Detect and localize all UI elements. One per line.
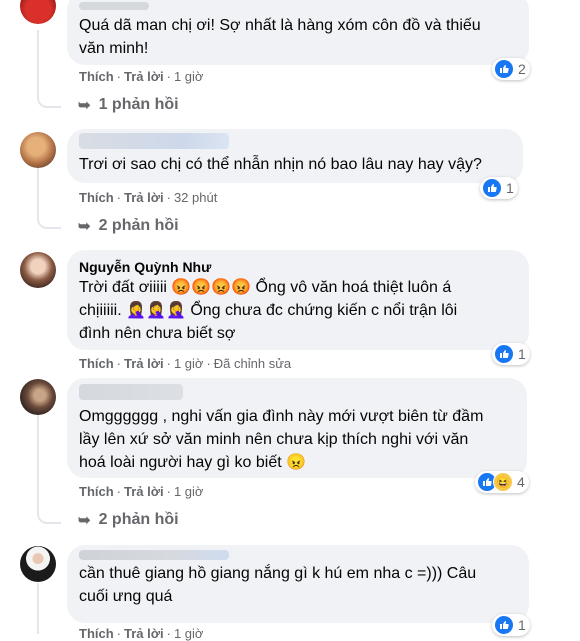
thread-elbow bbox=[37, 508, 61, 524]
reaction-count: 1 bbox=[506, 180, 514, 196]
reaction-summary[interactable]: 1 bbox=[492, 343, 530, 365]
author-name-blurred[interactable] bbox=[79, 2, 149, 10]
thread-elbow bbox=[37, 213, 61, 229]
reaction-summary[interactable]: 1 bbox=[492, 614, 530, 636]
like-icon bbox=[482, 178, 502, 198]
reaction-summary[interactable]: 😆 4 bbox=[475, 471, 529, 493]
reply-link[interactable]: Trả lời bbox=[124, 190, 164, 205]
like-icon bbox=[494, 615, 514, 635]
author-name[interactable]: Nguyễn Quỳnh Như bbox=[79, 258, 517, 276]
like-link[interactable]: Thích bbox=[79, 190, 114, 205]
edited-label[interactable]: Đã chỉnh sửa bbox=[214, 356, 291, 371]
comment-actions: Thích · Trả lời · 1 giờ bbox=[79, 484, 204, 499]
avatar[interactable] bbox=[20, 546, 56, 582]
haha-icon: 😆 bbox=[493, 472, 513, 492]
reply-link[interactable]: Trả lời bbox=[124, 69, 164, 84]
author-name-blurred[interactable] bbox=[79, 550, 229, 560]
comment-text: Quá dã man chị ơi! Sợ nhất là hàng xóm c… bbox=[79, 17, 481, 57]
avatar[interactable] bbox=[20, 252, 56, 288]
thread-elbow bbox=[37, 92, 61, 108]
reaction-summary[interactable]: 2 bbox=[492, 58, 530, 80]
reply-arrow-icon: ➥ bbox=[78, 512, 91, 529]
reply-link[interactable]: Trả lời bbox=[124, 484, 164, 499]
like-link[interactable]: Thích bbox=[79, 356, 114, 371]
view-replies-button[interactable]: ➥ 2 phản hồi bbox=[78, 511, 179, 529]
view-replies-button[interactable]: ➥ 1 phản hồi bbox=[78, 96, 179, 114]
thread-line bbox=[37, 583, 39, 634]
avatar[interactable] bbox=[20, 0, 56, 24]
reaction-count: 4 bbox=[517, 474, 525, 490]
like-link[interactable]: Thích bbox=[79, 69, 114, 84]
reaction-summary[interactable]: 1 bbox=[480, 177, 518, 199]
thread-line bbox=[37, 30, 39, 92]
author-name-blurred[interactable] bbox=[79, 384, 183, 400]
comment-actions: Thích · Trả lời · 1 giờ bbox=[79, 69, 204, 84]
comment-text: Trời đất ơiiiii 😡😡😡😡 Ổng vô văn hoá thiệ… bbox=[79, 279, 458, 342]
timestamp[interactable]: 1 giờ bbox=[174, 69, 204, 84]
reaction-count: 1 bbox=[518, 617, 526, 633]
comment-actions: Thích · Trả lời · 32 phút bbox=[79, 190, 218, 205]
avatar[interactable] bbox=[20, 132, 56, 168]
reply-arrow-icon: ➥ bbox=[78, 218, 91, 235]
reaction-count: 2 bbox=[518, 61, 526, 77]
like-icon bbox=[494, 59, 514, 79]
author-name-blurred[interactable] bbox=[79, 133, 229, 149]
timestamp[interactable]: 1 giờ bbox=[174, 484, 204, 499]
comment-bubble: Trơi ơi sao chị có thể nhẫn nhịn nó bao … bbox=[67, 129, 523, 183]
comment-text: Omgggggg , nghi vấn gia đình này mới vượ… bbox=[79, 408, 484, 471]
comment-bubble: Omgggggg , nghi vấn gia đình này mới vượ… bbox=[67, 378, 527, 478]
avatar[interactable] bbox=[20, 379, 56, 415]
like-icon bbox=[494, 344, 514, 364]
comment-bubble: Quá dã man chị ơi! Sợ nhất là hàng xóm c… bbox=[67, 0, 529, 65]
view-replies-button[interactable]: ➥ 2 phản hồi bbox=[78, 217, 179, 235]
comment-bubble: cần thuê giang hồ giang nắng gì k hú em … bbox=[67, 545, 529, 623]
thread-line bbox=[37, 412, 39, 508]
reply-arrow-icon: ➥ bbox=[78, 97, 91, 114]
reply-link[interactable]: Trả lời bbox=[124, 356, 164, 371]
comment-text: cần thuê giang hồ giang nắng gì k hú em … bbox=[79, 565, 477, 605]
timestamp[interactable]: 32 phút bbox=[174, 190, 217, 205]
reaction-count: 1 bbox=[518, 346, 526, 362]
comment-bubble: Nguyễn Quỳnh Như Trời đất ơiiiii 😡😡😡😡 Ổn… bbox=[67, 250, 529, 350]
thread-line bbox=[37, 168, 39, 213]
like-link[interactable]: Thích bbox=[79, 484, 114, 499]
comment-text: Trơi ơi sao chị có thể nhẫn nhịn nó bao … bbox=[79, 156, 482, 173]
timestamp[interactable]: 1 giờ bbox=[174, 356, 204, 371]
comment-actions: Thích · Trả lời · 1 giờ · Đã chỉnh sửa bbox=[79, 356, 292, 371]
